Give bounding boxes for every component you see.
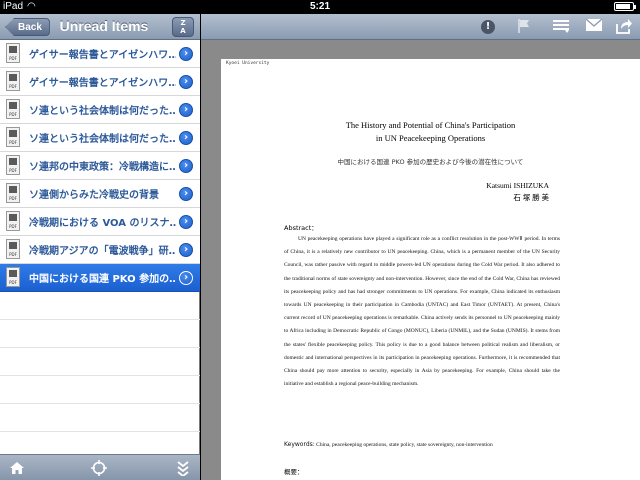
status-bar: iPad ◠ 5:21 bbox=[0, 0, 640, 14]
disclosure-chevron-icon[interactable]: › bbox=[179, 159, 193, 173]
empty-row bbox=[0, 292, 200, 320]
list-item[interactable]: PDF 冷戦期アジアの「電波戦争」研… › bbox=[0, 236, 200, 264]
abstract-heading: Abstract： bbox=[284, 224, 318, 232]
item-list: PDF ゲイサー報告書とアイゼンハワ… › PDF ゲイサー報告書とアイゼンハワ… › PD… bbox=[0, 40, 200, 432]
flag-icon[interactable] bbox=[514, 18, 534, 36]
list-item[interactable]: PDF ソ連という社会体制は何だった… › bbox=[0, 124, 200, 152]
list-item[interactable]: PDF ゲイサー報告書とアイゼンハワ… › bbox=[0, 40, 200, 68]
list-icon[interactable] bbox=[551, 18, 571, 36]
university-header: Kyoei University bbox=[226, 61, 270, 66]
list-item[interactable]: PDF ゲイサー報告書とアイゼンハワ… › bbox=[0, 68, 200, 96]
disclosure-chevron-icon[interactable]: › bbox=[179, 75, 193, 89]
pdf-file-icon: PDF bbox=[6, 155, 20, 175]
keywords-text: China, peacekeeping operations, state po… bbox=[316, 442, 493, 448]
list-toolbar bbox=[0, 454, 200, 480]
pdf-file-icon: PDF bbox=[6, 183, 20, 203]
pdf-icon-label: PDF bbox=[9, 140, 17, 145]
pdf-file-icon: PDF bbox=[6, 99, 20, 119]
author-ja: 石 塚 勝 美 bbox=[513, 193, 549, 202]
document-toolbar: ! bbox=[201, 14, 640, 40]
list-item-title: ソ連という社会体制は何だった… bbox=[29, 134, 176, 145]
gaiyo-heading: 概要： bbox=[284, 468, 304, 476]
pdf-icon-label: PDF bbox=[9, 112, 17, 117]
list-item-title: ソ連邦の中東政策：冷戦構造に… bbox=[29, 162, 176, 173]
pdf-file-icon: PDF bbox=[6, 239, 20, 259]
disclosure-chevron-icon[interactable]: › bbox=[179, 243, 193, 257]
abstract-body: UN peacekeeping operations have played a… bbox=[284, 236, 560, 388]
list-item[interactable]: PDF 中国における国連 PKO 参加の… › bbox=[0, 264, 200, 292]
list-item[interactable]: PDF ソ連邦の中東政策：冷戦構造に… › bbox=[0, 152, 200, 180]
list-item-title: ゲイサー報告書とアイゼンハワ… bbox=[29, 78, 176, 89]
pdf-icon-label: PDF bbox=[9, 84, 17, 89]
keywords-label: Keywords: bbox=[284, 441, 315, 448]
author-en: Katsumi ISHIZUKA bbox=[486, 181, 549, 190]
pdf-icon-label: PDF bbox=[9, 196, 17, 201]
item-list-pane: Back Unread Items Z A PDF ゲイサー報告書とアイゼンハワ…… bbox=[0, 14, 200, 480]
pdf-icon-label: PDF bbox=[9, 224, 17, 229]
paper-title-line2: in UN Peacekeeping Operations bbox=[375, 133, 486, 143]
list-navbar: Back Unread Items Z A bbox=[0, 14, 200, 40]
clock: 5:21 bbox=[309, 1, 330, 12]
list-item[interactable]: PDF ソ連側からみた冷戦史の背景 › bbox=[0, 180, 200, 208]
disclosure-chevron-icon[interactable]: › bbox=[179, 47, 193, 61]
pdf-file-icon: PDF bbox=[6, 127, 20, 147]
sort-label-bottom: A bbox=[180, 27, 186, 35]
crosshair-icon[interactable] bbox=[91, 460, 107, 476]
list-item-title: ソ連側からみた冷戦史の背景 bbox=[29, 190, 159, 201]
disclosure-chevron-icon[interactable]: › bbox=[179, 271, 193, 285]
disclosure-chevron-icon[interactable]: › bbox=[179, 215, 193, 229]
document-pane: ! Kyoei University The History and Poten… bbox=[201, 14, 640, 480]
sort-button[interactable]: Z A bbox=[172, 17, 194, 37]
list-item-title: ゲイサー報告書とアイゼンハワ… bbox=[29, 50, 176, 61]
paper-author: Katsumi ISHIZUKA 石 塚 勝 美 bbox=[486, 180, 549, 204]
pdf-page: Kyoei University The History and Potenti… bbox=[221, 59, 640, 480]
disclosure-chevron-icon[interactable]: › bbox=[179, 103, 193, 117]
pdf-icon-label: PDF bbox=[9, 168, 17, 173]
list-item[interactable]: PDF ソ連という社会体制は何だった… › bbox=[0, 96, 200, 124]
double-chevron-down-icon[interactable] bbox=[175, 460, 191, 478]
list-item-title: 中国における国連 PKO 参加の… bbox=[29, 274, 176, 285]
paper-title: The History and Potential of China's Par… bbox=[221, 119, 640, 145]
empty-row bbox=[0, 320, 200, 348]
empty-row bbox=[0, 404, 200, 432]
sort-label-top: Z bbox=[180, 19, 186, 27]
empty-row bbox=[0, 348, 200, 376]
empty-row bbox=[0, 376, 200, 404]
pdf-icon-label: PDF bbox=[9, 252, 17, 257]
list-title: Unread Items bbox=[59, 18, 149, 34]
keywords: Keywords: China, peacekeeping operations… bbox=[284, 441, 493, 448]
share-icon[interactable] bbox=[614, 18, 634, 36]
pdf-file-icon: PDF bbox=[6, 43, 20, 63]
paper-subtitle-ja: 中国における国連 PKO 参加の歴史および今後の潜在性について bbox=[337, 158, 524, 166]
battery-icon bbox=[614, 2, 636, 11]
pdf-icon-label: PDF bbox=[9, 280, 17, 285]
pdf-icon-label: PDF bbox=[9, 56, 17, 61]
home-icon[interactable] bbox=[9, 460, 25, 476]
list-item-title: 冷戦期における VOA のリスナ… bbox=[29, 218, 176, 229]
alert-icon[interactable]: ! bbox=[478, 18, 498, 36]
list-item-title: 冷戦期アジアの「電波戦争」研… bbox=[29, 246, 176, 257]
pdf-file-icon: PDF bbox=[6, 211, 20, 231]
disclosure-chevron-icon[interactable]: › bbox=[179, 131, 193, 145]
mail-icon[interactable] bbox=[584, 18, 604, 36]
pdf-file-icon: PDF bbox=[6, 71, 20, 91]
pdf-file-icon: PDF bbox=[6, 267, 20, 287]
paper-title-line1: The History and Potential of China's Par… bbox=[345, 120, 516, 130]
list-item-title: ソ連という社会体制は何だった… bbox=[29, 106, 176, 117]
disclosure-chevron-icon[interactable]: › bbox=[179, 187, 193, 201]
list-item[interactable]: PDF 冷戦期における VOA のリスナ… › bbox=[0, 208, 200, 236]
